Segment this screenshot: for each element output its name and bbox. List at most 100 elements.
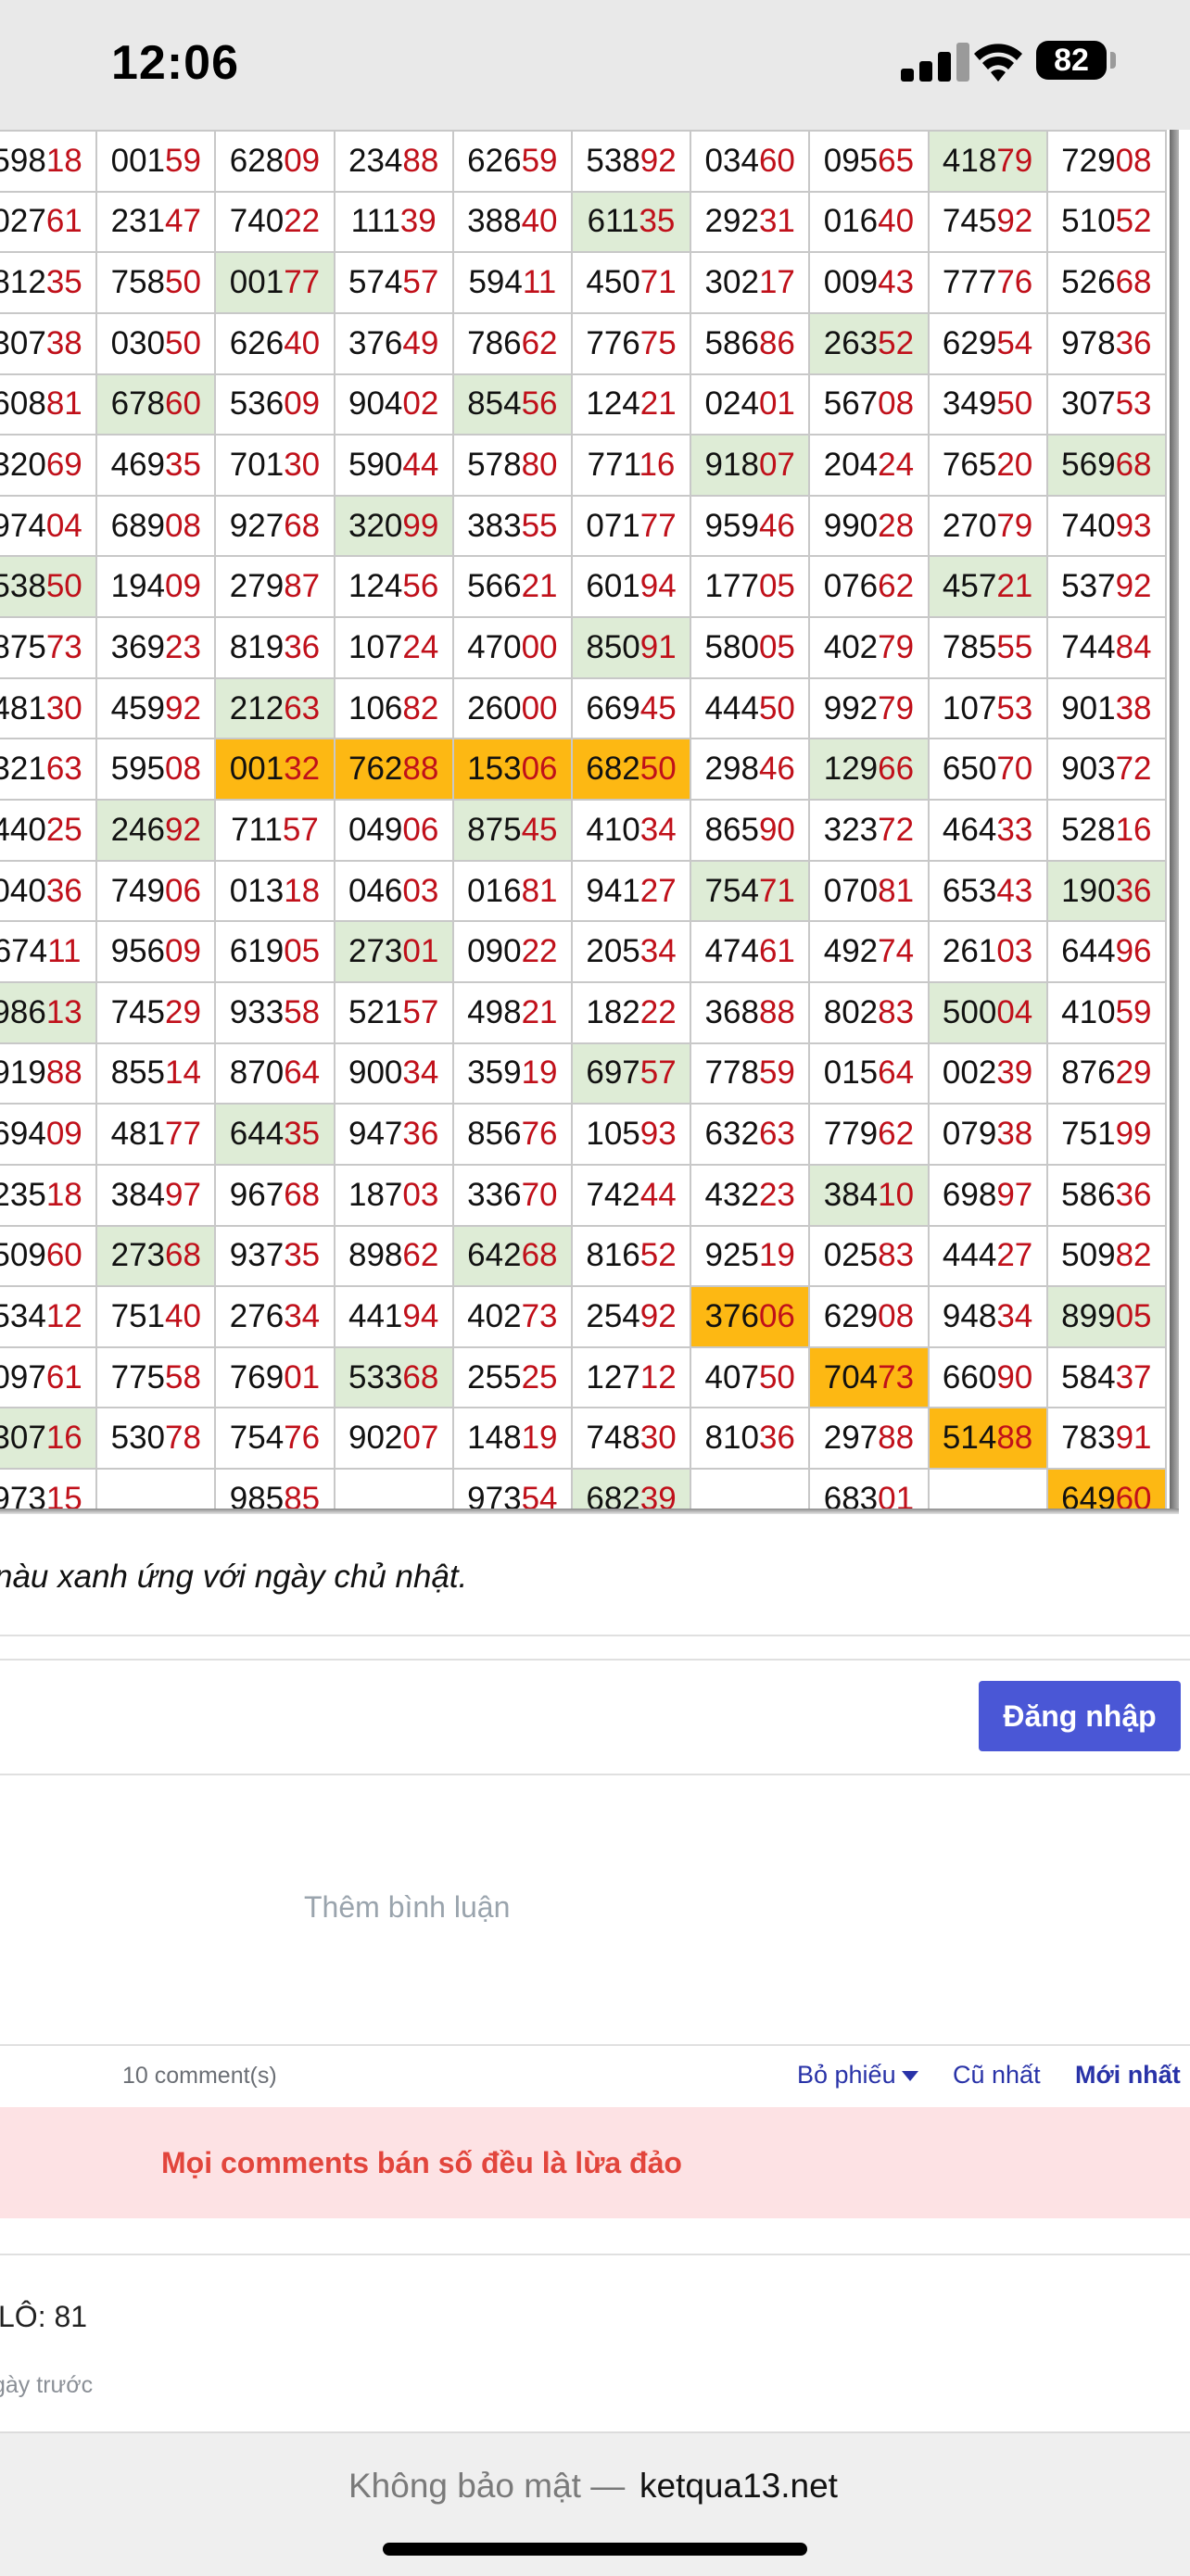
table-row: 32069 46935 70130 59044 57880 77116 91807 20424…	[0, 434, 1168, 497]
sort-votes-dropdown[interactable]: Bỏ phiếu	[797, 2061, 918, 2090]
cell-last-two-digits: 32	[284, 751, 321, 788]
cell-prefix-digits: 279	[229, 568, 285, 605]
table-cell: 75850	[95, 251, 217, 314]
cell-prefix-digits: 194	[110, 568, 166, 605]
cell-prefix-digits: 509	[1061, 1237, 1116, 1274]
cell-last-two-digits: 88	[45, 1054, 82, 1092]
cell-prefix-digits: 492	[823, 933, 879, 970]
cell-prefix-digits: 105	[586, 1116, 640, 1153]
table-cell: 18222	[570, 980, 692, 1044]
cell-prefix-digits: 711	[231, 811, 283, 848]
table-cell: 53078	[95, 1407, 217, 1471]
table-cell: 90207	[333, 1407, 454, 1471]
cell-last-two-digits: 11	[47, 933, 82, 970]
cell-prefix-digits: 369	[110, 628, 166, 665]
table-cell: 00132	[214, 738, 335, 802]
results-table-container[interactable]: 59818 00159 62809 23488 62659 53892 03460 09565…	[0, 130, 1190, 1510]
login-button[interactable]: Đăng nhập	[979, 1681, 1181, 1751]
table-cell: 63263	[690, 1103, 811, 1166]
cell-last-two-digits: 38	[1115, 689, 1152, 726]
cell-prefix-digits: 762	[348, 751, 403, 788]
table-row: 09761 77558 76901 53368 25525 12712 40750 70473…	[0, 1345, 1168, 1409]
sort-oldest-link[interactable]: Cũ nhất	[953, 2061, 1041, 2090]
cell-prefix-digits: 307	[0, 1420, 46, 1457]
cell-last-two-digits: 39	[639, 1480, 677, 1510]
cell-prefix-digits: 778	[704, 1054, 759, 1092]
cell-last-two-digits: 52	[639, 1237, 677, 1274]
table-cell: 04906	[333, 799, 454, 862]
cell-prefix-digits: 384	[110, 1176, 166, 1213]
divider	[0, 2044, 1190, 2046]
table-cell: 35919	[451, 1042, 573, 1105]
table-cell: 19409	[95, 555, 217, 619]
cell-prefix-digits: 388	[467, 203, 522, 240]
cell-last-two-digits: 56	[521, 385, 558, 423]
table-cell: 67860	[95, 373, 217, 436]
cell-last-two-digits: 88	[878, 1420, 915, 1457]
cell-prefix-digits: 444	[704, 689, 759, 726]
cell-prefix-digits: 749	[110, 872, 166, 909]
table-cell: 03050	[95, 311, 217, 375]
cell-prefix-digits: 298	[704, 751, 759, 788]
cell-last-two-digits: 68	[1115, 447, 1152, 484]
table-cell: 51052	[1045, 190, 1168, 254]
cell-prefix-digits: 321	[0, 751, 46, 788]
cell-prefix-digits: 440	[0, 811, 46, 848]
table-cell: 58437	[1045, 1345, 1168, 1409]
cell-last-two-digits: 19	[521, 1420, 558, 1457]
table-cell: 30738	[0, 311, 98, 375]
cell-last-two-digits: 34	[284, 1297, 321, 1334]
cell-prefix-digits: 536	[229, 385, 285, 423]
cell-prefix-digits: 594	[468, 264, 523, 301]
table-cell: 74592	[927, 190, 1048, 254]
browser-url-bar[interactable]: Không bảo mật — ketqua13.net	[0, 2431, 1190, 2576]
table-cell: 80283	[808, 980, 930, 1044]
table-cell: 62640	[214, 311, 335, 375]
cell-last-two-digits: 92	[639, 142, 677, 179]
table-cell: 32099	[333, 494, 454, 558]
table-cell: 44025	[0, 799, 98, 862]
divider	[0, 1659, 1190, 1661]
cell-last-two-digits: 04	[996, 993, 1033, 1030]
cell-prefix-digits: 567	[823, 385, 879, 423]
table-cell: 07081	[808, 859, 930, 923]
table-row: 81235 75850 00177 57457 59411 45071 30217 00943…	[0, 251, 1168, 314]
comment-input[interactable]	[0, 1779, 1190, 2046]
table-cell: 59818	[0, 130, 98, 193]
table-cell: 41879	[927, 130, 1048, 193]
table-cell: 97315	[0, 1468, 98, 1510]
table-cell: 62954	[927, 311, 1048, 375]
cell-last-two-digits: 68	[1115, 264, 1152, 301]
table-row: 87573 36923 81936 10724 47000 85091 58005 40279…	[0, 616, 1168, 679]
cell-prefix-digits: 231	[110, 203, 166, 240]
cell-prefix-digits: 025	[823, 1237, 879, 1274]
table-cell: 26103	[927, 920, 1048, 983]
cell-last-two-digits: 09	[45, 1116, 82, 1153]
cell-last-two-digits: 76	[284, 1420, 321, 1457]
cell-prefix-digits: 095	[823, 142, 879, 179]
table-cell: 56968	[1045, 434, 1168, 497]
table-cell: 29846	[690, 738, 811, 802]
cell-prefix-digits: 177	[704, 568, 759, 605]
cell-last-two-digits: 53	[1115, 385, 1152, 423]
cell-prefix-digits: 514	[942, 1420, 997, 1457]
home-indicator[interactable]	[383, 2543, 807, 2556]
cell-last-two-digits: 66	[878, 751, 915, 788]
cell-prefix-digits: 402	[467, 1297, 522, 1334]
divider	[0, 1774, 1190, 1775]
cell-prefix-digits: 653	[942, 872, 997, 909]
table-cell: 38497	[95, 1163, 217, 1227]
cell-last-two-digits: 79	[996, 142, 1033, 179]
cell-prefix-digits: 528	[1061, 811, 1116, 848]
cell-prefix-digits: 729	[1061, 142, 1116, 179]
table-cell: 40750	[690, 1345, 811, 1409]
cell-prefix-digits: 682	[586, 1480, 640, 1510]
table-cell: 24692	[95, 799, 217, 862]
table-cell: 74093	[1045, 494, 1168, 558]
cell-prefix-digits: 079	[942, 1116, 997, 1153]
cell-last-two-digits: 09	[284, 142, 321, 179]
table-cell: 03460	[690, 130, 811, 193]
sort-newest-link[interactable]: Mới nhất	[1075, 2061, 1181, 2090]
table-cell: 69897	[927, 1163, 1048, 1227]
cell-last-two-digits: 62	[402, 1237, 439, 1274]
